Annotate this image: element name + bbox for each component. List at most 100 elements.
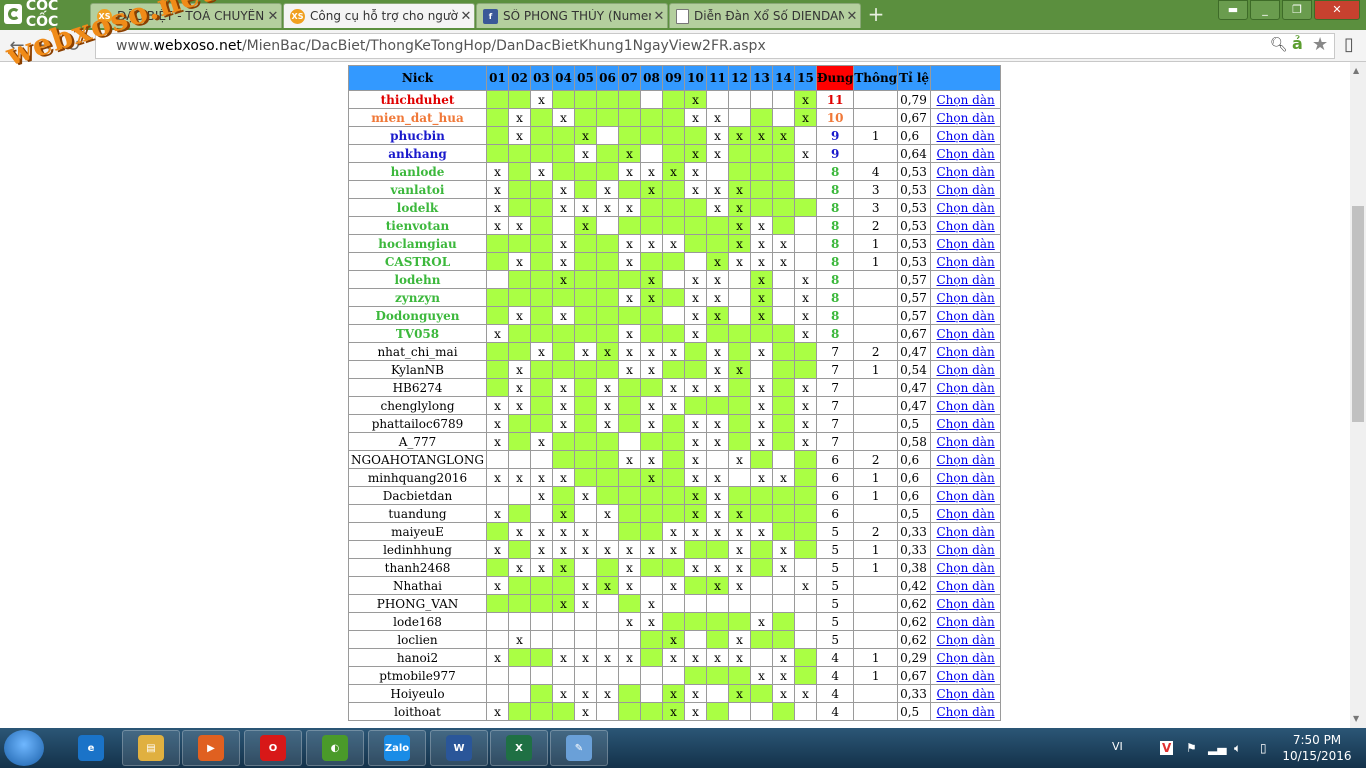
tab-close-icon[interactable]: ✕ — [651, 9, 667, 24]
xs-favicon-icon: XS — [290, 8, 305, 24]
chon-dan-link[interactable]: Chọn dàn — [936, 219, 994, 233]
chon-dan-cell: Chọn dàn — [930, 540, 1002, 559]
chon-dan-link[interactable]: Chọn dàn — [936, 651, 994, 665]
day-cell: x — [706, 486, 729, 505]
chon-dan-link[interactable]: Chọn dàn — [936, 687, 994, 701]
chon-dan-link[interactable]: Chọn dàn — [936, 165, 994, 179]
coccoc-translate-icon[interactable]: ả — [1292, 34, 1303, 53]
tab-close-icon[interactable]: ✕ — [265, 9, 281, 24]
table-row: ankhang x x x x x 9 0,64 Chọn dàn — [348, 144, 1002, 163]
input-language[interactable]: VI — [1112, 740, 1123, 753]
day-cell — [662, 594, 685, 613]
tab-so-phong-thuy[interactable]: f SỐ PHONG THỦY (Numero ✕ — [476, 3, 668, 28]
day-cell — [508, 432, 531, 451]
ti-le-cell: 0,47 — [897, 342, 932, 361]
flag-tray-icon[interactable]: ⚑ — [1186, 741, 1197, 755]
day-cell — [618, 432, 641, 451]
chon-dan-link[interactable]: Chọn dàn — [936, 327, 994, 341]
chon-dan-link[interactable]: Chọn dàn — [936, 633, 994, 647]
zoom-magnifier-icon[interactable]: 🔍︎ — [1270, 37, 1288, 53]
day-cell — [596, 90, 619, 109]
taskbar-app-paint[interactable]: ✎ — [550, 730, 608, 766]
chon-dan-link[interactable]: Chọn dàn — [936, 111, 994, 125]
chon-dan-link[interactable]: Chọn dàn — [936, 399, 994, 413]
taskbar-clock[interactable]: 7:50 PM 10/15/2016 — [1282, 732, 1352, 764]
day-cell — [640, 90, 663, 109]
unikey-tray-icon[interactable]: V — [1160, 741, 1174, 755]
restore-icon[interactable]: ❐ — [1282, 0, 1312, 20]
chon-dan-link[interactable]: Chọn dàn — [936, 597, 994, 611]
chon-dan-link[interactable]: Chọn dàn — [936, 525, 994, 539]
chon-dan-link[interactable]: Chọn dàn — [936, 705, 994, 719]
chon-dan-link[interactable]: Chọn dàn — [936, 129, 994, 143]
chon-dan-link[interactable]: Chọn dàn — [936, 291, 994, 305]
taskbar-app-coccoc[interactable]: ◐ — [306, 730, 364, 766]
chon-dan-link[interactable]: Chọn dàn — [936, 543, 994, 557]
windows-start-icon[interactable] — [4, 730, 44, 766]
day-cell — [794, 666, 817, 685]
scroll-up-icon[interactable]: ▲ — [1353, 66, 1359, 75]
window-close-icon[interactable]: ✕ — [1314, 0, 1360, 20]
day-cell: x — [706, 144, 729, 163]
chon-dan-link[interactable]: Chọn dàn — [936, 201, 994, 215]
chon-dan-link[interactable]: Chọn dàn — [936, 273, 994, 287]
chon-dan-link[interactable]: Chọn dàn — [936, 579, 994, 593]
chon-dan-cell: Chọn dàn — [930, 432, 1002, 451]
day-cell — [618, 126, 641, 145]
tab-close-icon[interactable]: ✕ — [458, 9, 474, 24]
day-cell — [508, 90, 531, 109]
battery-tray-icon[interactable]: ▯ — [1260, 741, 1267, 755]
volume-tray-icon[interactable]: 🔈︎ — [1234, 741, 1241, 756]
address-bar[interactable]: www.webxoso.net/MienBac/DacBiet/ThongKeT… — [95, 33, 1335, 59]
taskbar-app-media[interactable]: ▶ — [182, 730, 240, 766]
scrollbar-thumb[interactable] — [1352, 206, 1364, 422]
chon-dan-link[interactable]: Chọn dàn — [936, 381, 994, 395]
chon-dan-link[interactable]: Chọn dàn — [936, 93, 994, 107]
chon-dan-link[interactable]: Chọn dàn — [936, 615, 994, 629]
chon-dan-link[interactable]: Chọn dàn — [936, 363, 994, 377]
chon-dan-link[interactable]: Chọn dàn — [936, 147, 994, 161]
day-cell — [750, 702, 773, 721]
chon-dan-link[interactable]: Chọn dàn — [936, 489, 994, 503]
nick-cell: maiyeuE — [348, 522, 487, 541]
taskbar-app-zalo[interactable]: Zalo — [368, 730, 426, 766]
network-tray-icon[interactable]: ▂▄ — [1208, 741, 1226, 755]
dung-cell: 8 — [815, 234, 855, 253]
day-cell: x — [552, 378, 575, 397]
tab-cong-cu[interactable]: XS Công cụ hỗ trợ cho người ✕ — [283, 3, 475, 28]
day-cell: x — [596, 180, 619, 199]
taskbar-app-ie[interactable]: e — [62, 730, 120, 766]
chon-dan-link[interactable]: Chọn dàn — [936, 255, 994, 269]
chon-dan-link[interactable]: Chọn dàn — [936, 417, 994, 431]
page-scrollbar[interactable]: ▲ ▼ — [1350, 62, 1366, 728]
tab-dien-dan[interactable]: Diễn Đàn Xổ Số DIENDAN ✕ — [669, 3, 861, 28]
day-cell: x — [794, 378, 817, 397]
chon-dan-link[interactable]: Chọn dàn — [936, 345, 994, 359]
chon-dan-link[interactable]: Chọn dàn — [936, 453, 994, 467]
taskbar-app-word[interactable]: W — [430, 730, 488, 766]
day-cell: x — [750, 396, 773, 415]
scroll-down-icon[interactable]: ▼ — [1353, 714, 1359, 723]
chon-dan-link[interactable]: Chọn dàn — [936, 237, 994, 251]
chon-dan-link[interactable]: Chọn dàn — [936, 669, 994, 683]
browser-menu-icon[interactable]: ▯ — [1344, 34, 1354, 55]
chon-dan-cell: Chọn dàn — [930, 252, 1002, 271]
minimize-icon[interactable]: _ — [1250, 0, 1280, 20]
new-tab-plus-icon[interactable]: + — [866, 4, 886, 24]
taskbar-app-excel[interactable]: X — [490, 730, 548, 766]
taskbar-app-explorer[interactable]: ▤ — [122, 730, 180, 766]
bookmark-star-icon[interactable]: ★ — [1312, 34, 1328, 55]
chon-dan-link[interactable]: Chọn dàn — [936, 183, 994, 197]
chon-dan-link[interactable]: Chọn dàn — [936, 471, 994, 485]
chon-dan-link[interactable]: Chọn dàn — [936, 561, 994, 575]
tab-close-icon[interactable]: ✕ — [844, 9, 860, 24]
chon-dan-link[interactable]: Chọn dàn — [936, 435, 994, 449]
chon-dan-link[interactable]: Chọn dàn — [936, 507, 994, 521]
taskbar-app-opera[interactable]: O — [244, 730, 302, 766]
day-cell: x — [728, 630, 751, 649]
chon-dan-link[interactable]: Chọn dàn — [936, 309, 994, 323]
dung-cell: 8 — [815, 216, 855, 235]
profile-icon[interactable]: ▬ — [1218, 0, 1248, 20]
header-col-01: 01 — [486, 65, 509, 91]
ti-le-cell: 0,38 — [897, 558, 932, 577]
